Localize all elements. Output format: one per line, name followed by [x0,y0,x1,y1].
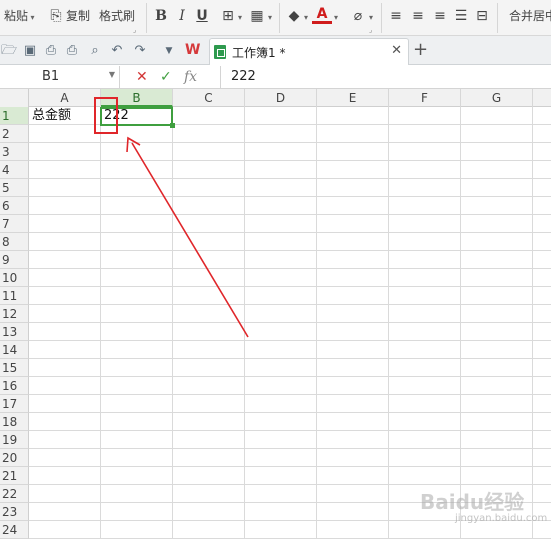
formula-bar: B1 ▼ ✕ ✓ fx 222 [0,65,551,89]
column-header[interactable]: F [389,89,461,107]
row-header[interactable]: 8 [0,233,29,251]
column-header[interactable] [533,89,551,107]
quick-access-bar: 🗁 ▣ ⎙ ⎙ ⌕ ↶ ↷ ▼ W 工作簿1 * ✕ + [0,36,551,65]
align-left-icon[interactable]: ≡ [386,6,406,26]
row-header[interactable]: 20 [0,449,29,467]
select-all-corner[interactable] [0,89,29,107]
row-header[interactable]: 7 [0,215,29,233]
new-tab-button[interactable]: + [413,41,428,59]
font-color-dropdown-icon[interactable]: ▾ [334,8,338,28]
row-header[interactable]: 10 [0,269,29,287]
divider [279,3,280,33]
border-dropdown-icon[interactable]: ▾ [238,8,242,28]
row-header[interactable]: 22 [0,485,29,503]
redo-icon[interactable]: ↷ [131,42,149,60]
row-header[interactable]: 1 [0,107,29,125]
bold-button[interactable]: B [151,6,171,26]
undo-icon[interactable]: ↶ [108,42,126,60]
divider [381,3,382,33]
row-header[interactable]: 6 [0,197,29,215]
column-header[interactable]: E [317,89,389,107]
row-header[interactable]: 15 [0,359,29,377]
watermark-url: jingyan.baidu.com [455,513,548,524]
row-header[interactable]: 4 [0,161,29,179]
formula-value: 222 [231,69,256,84]
row-header[interactable]: 17 [0,395,29,413]
row-header[interactable]: 23 [0,503,29,521]
row-header[interactable]: 12 [0,305,29,323]
distributed-align-icon[interactable]: ⊟ [472,6,492,26]
column-headers: A B C D E F G [0,89,551,107]
row-header[interactable]: 3 [0,143,29,161]
column-header[interactable]: A [29,89,101,107]
customize-dropdown-icon[interactable]: ▼ [160,42,178,60]
row-header[interactable]: 14 [0,341,29,359]
open-folder-icon[interactable]: 🗁 [0,42,18,60]
column-header[interactable]: D [245,89,317,107]
column-header[interactable]: C [173,89,245,107]
fill-dropdown-icon[interactable]: ▾ [304,8,308,28]
confirm-icon[interactable]: ✓ [160,68,172,86]
row-header[interactable]: 21 [0,467,29,485]
format-painter-button[interactable]: 格式刷 [99,6,135,26]
grid-dropdown-icon[interactable]: ▾ [268,8,272,28]
cell-area[interactable]: 总金额 222 [29,107,551,539]
close-icon[interactable]: ✕ [391,43,402,58]
font-color-button[interactable]: A [312,6,332,24]
wps-logo-icon[interactable]: W [185,42,200,58]
row-header[interactable]: 24 [0,521,29,539]
export-pdf-icon[interactable]: ⎙ [42,42,60,60]
fill-color-icon[interactable]: ◆ [284,6,304,26]
row-header[interactable]: 5 [0,179,29,197]
row-header[interactable]: 9 [0,251,29,269]
merge-center-button[interactable]: 合并居中 [509,6,551,26]
divider [497,3,498,33]
copy-button[interactable]: 复制 [66,6,90,26]
formula-input[interactable]: 222 [220,66,551,88]
cell-a1[interactable]: 总金额 [32,107,71,125]
cancel-icon[interactable]: ✕ [136,68,148,86]
save-icon[interactable]: ▣ [21,42,39,60]
paste-button[interactable]: 粘贴 ▾ [4,6,35,26]
name-box[interactable]: B1 ▼ [0,66,120,88]
clear-format-icon[interactable]: ⌀ [348,6,368,26]
row-header[interactable]: 13 [0,323,29,341]
name-box-value: B1 [42,69,60,84]
watermark-logo: Baidu经验 [420,490,525,514]
insert-function-button[interactable]: fx [184,68,197,86]
row-header[interactable]: 16 [0,377,29,395]
row-header[interactable]: 2 [0,125,29,143]
row-header[interactable]: 18 [0,413,29,431]
font-launcher-icon[interactable]: ⌟ [369,26,372,34]
clear-dropdown-icon[interactable]: ▾ [369,8,373,28]
print-preview-icon[interactable]: ⌕ [86,42,104,60]
chevron-down-icon[interactable]: ▼ [109,70,115,79]
align-center-icon[interactable]: ≡ [408,6,428,26]
row-header[interactable]: 19 [0,431,29,449]
cell-grid-icon[interactable]: ▦ [247,6,267,26]
align-right-icon[interactable]: ≡ [430,6,450,26]
italic-button[interactable]: I [172,6,192,26]
row-header[interactable]: 11 [0,287,29,305]
column-header[interactable]: G [461,89,533,107]
annotation-highlight-box [94,97,118,134]
copy-icon: ⎘ [50,8,62,24]
spreadsheet-icon [214,45,226,59]
clipboard-launcher-icon[interactable]: ⌟ [133,26,136,34]
tab-label: 工作簿1 * [232,46,286,60]
ribbon-toolbar: 粘贴 ▾ ⎘ 复制 格式刷 ⌟ B I U ⊞ ▾ ▦ ▾ ◆ ▾ A ▾ ⌀ … [0,0,551,36]
tab-workbook[interactable]: 工作簿1 * ✕ [209,38,409,65]
underline-button[interactable]: U [192,6,212,26]
print-icon[interactable]: ⎙ [63,42,81,60]
divider [146,3,147,33]
spreadsheet-grid: A B C D E F G 1 2 3 4 5 6 7 8 9 10 11 12… [0,89,551,539]
justify-icon[interactable]: ☰ [451,6,471,26]
border-icon[interactable]: ⊞ [218,6,238,26]
